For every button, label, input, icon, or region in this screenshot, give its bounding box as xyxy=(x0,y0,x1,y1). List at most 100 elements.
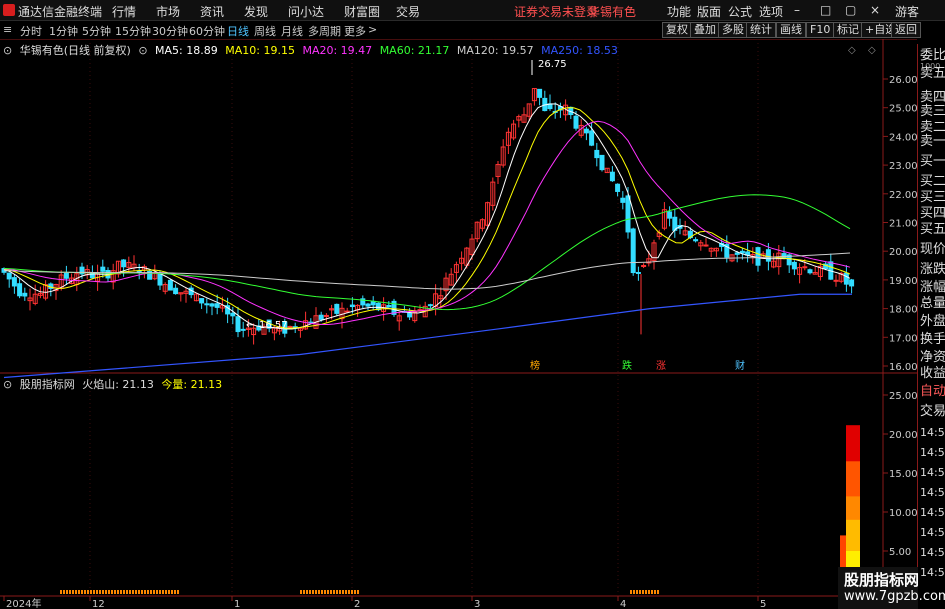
flame-bar xyxy=(324,590,326,594)
flame-bar xyxy=(144,590,146,594)
menu-news[interactable]: 资讯 xyxy=(200,3,224,20)
event-marker-up[interactable]: 涨 xyxy=(656,360,666,372)
menu-function[interactable]: 功能 xyxy=(667,3,691,20)
flame-bar xyxy=(321,590,323,594)
flame-bar xyxy=(174,590,176,594)
candle-body xyxy=(136,270,142,273)
menu-options[interactable]: 选项 xyxy=(759,3,783,20)
restore-icon[interactable]: □ xyxy=(820,3,831,17)
menu-toggle-icon[interactable]: ≡ xyxy=(3,23,12,36)
flame-bar xyxy=(135,590,137,594)
draw-button[interactable]: 画线 xyxy=(776,22,806,38)
menu-wealth[interactable]: 财富圈 xyxy=(344,3,380,20)
period-weekly[interactable]: 周线 xyxy=(254,23,276,39)
ma250-label: MA250: 18.53 xyxy=(541,44,618,57)
sidebar-time-5: 14:56 xyxy=(920,526,945,539)
period-monthly[interactable]: 月线 xyxy=(281,23,303,39)
kline-chart[interactable]: 26.0025.0024.0023.0022.0021.0020.0019.00… xyxy=(0,39,917,609)
period-1min[interactable]: 1分钟 xyxy=(49,23,78,39)
vertical-gridlines xyxy=(89,39,759,596)
stats-button[interactable]: 统计 xyxy=(746,22,776,38)
sidebar-item-11: 现价 xyxy=(920,242,945,257)
sub-legend: ⊙ 股朋指标网 火焰山: 21.13 今量: 21.13 xyxy=(3,376,226,392)
menu-discover[interactable]: 发现 xyxy=(244,3,268,20)
flame-bar xyxy=(348,590,350,594)
flame-bar xyxy=(312,590,314,594)
sub-tick-label: 15.00 xyxy=(889,469,917,480)
menu-formula[interactable]: 公式 xyxy=(728,3,752,20)
low-price-label: 16.57 xyxy=(259,320,288,331)
menu-quotes[interactable]: 行情 xyxy=(112,3,136,20)
time-tick-label: 5 xyxy=(760,599,766,609)
more-arrow-icon[interactable]: > xyxy=(368,23,377,36)
sidebar-item-14: 总量 xyxy=(920,296,945,311)
event-marker-finance[interactable]: 财 xyxy=(735,359,745,372)
back-button[interactable]: 返回 xyxy=(891,22,921,38)
flame-bar xyxy=(123,590,125,594)
flame-bar xyxy=(63,590,65,594)
menu-layout[interactable]: 版面 xyxy=(697,3,721,20)
settings-icon[interactable]: ◇ xyxy=(868,45,876,56)
flame-bar xyxy=(162,590,164,594)
candle-body xyxy=(599,154,605,171)
login-status[interactable]: 证券交易未登录 xyxy=(514,3,598,20)
sub-tick-label: 20.00 xyxy=(889,430,917,441)
flame-bar xyxy=(147,590,149,594)
price-tick-label: 26.00 xyxy=(889,75,917,86)
candle-body xyxy=(407,312,413,318)
flame-bar xyxy=(111,590,113,594)
candle-body xyxy=(100,266,106,272)
candle-body xyxy=(323,314,329,317)
period-multi[interactable]: 多周期 xyxy=(308,23,341,39)
candle-body xyxy=(121,259,127,268)
period-5min[interactable]: 5分钟 xyxy=(82,23,111,39)
flame-bar xyxy=(333,590,335,594)
flame-bar xyxy=(633,590,635,594)
event-marker-down[interactable]: 跌 xyxy=(622,359,632,372)
quote-sidebar: 1000 委比 卖五 卖四 卖三 卖二 卖一 买一 买二 买三 买四 买五 现价 涨跌 涨幅 总量 外盘 换手净… xyxy=(917,44,945,609)
flame-bar xyxy=(171,590,173,594)
candle-body xyxy=(230,312,236,317)
menu-market[interactable]: 市场 xyxy=(156,3,180,20)
period-15min[interactable]: 15分钟 xyxy=(115,23,151,39)
period-30min[interactable]: 30分钟 xyxy=(152,23,188,39)
multi-stock-button[interactable]: 多股 xyxy=(718,22,748,38)
flame-bar xyxy=(654,590,656,594)
menu-trade[interactable]: 交易 xyxy=(396,3,420,20)
sidebar-item-18: 收益 xyxy=(920,366,945,381)
flame-bar xyxy=(90,590,92,594)
guest-label[interactable]: 游客 xyxy=(895,3,919,20)
period-more[interactable]: 更多 xyxy=(344,23,366,39)
minimize-icon[interactable]: – xyxy=(794,3,800,17)
collapse-icon[interactable]: ◇ xyxy=(848,45,856,56)
overlay-button[interactable]: 叠加 xyxy=(690,22,720,38)
time-tick-label: 4 xyxy=(620,599,626,609)
period-daily[interactable]: 日线 xyxy=(227,23,249,39)
mark-button[interactable]: 标记 xyxy=(833,22,863,38)
period-intraday[interactable]: 分时 xyxy=(20,23,42,39)
close-icon[interactable]: × xyxy=(870,3,880,17)
candle-body xyxy=(807,269,813,274)
menu-ask[interactable]: 问小达 xyxy=(288,3,324,20)
candle-body xyxy=(427,304,433,307)
flame-bar xyxy=(357,590,359,594)
price-tick-label: 20.00 xyxy=(889,247,917,258)
sub-tick-label: 5.00 xyxy=(889,547,911,558)
candle-body xyxy=(843,272,849,285)
legend-toggle-icon[interactable]: ⊙ xyxy=(3,44,12,57)
settings-icon[interactable]: ⊙ xyxy=(138,44,147,57)
sub-title: 股朋指标网 xyxy=(19,378,75,391)
period-60min[interactable]: 60分钟 xyxy=(189,23,225,39)
flame-bar xyxy=(102,590,104,594)
flame-bar xyxy=(150,590,152,594)
event-marker-rank[interactable]: 榜 xyxy=(530,359,540,372)
f10-button[interactable]: F10 xyxy=(806,22,835,38)
sidebar-time-7: 14:56 xyxy=(920,566,945,579)
sidebar-item-0: 委比 xyxy=(920,48,945,63)
flame-bar xyxy=(345,590,347,594)
adjust-button[interactable]: 复权 xyxy=(662,22,692,38)
flame-bar xyxy=(108,590,110,594)
price-tick-label: 24.00 xyxy=(889,132,917,143)
sub-settings-icon[interactable]: ⊙ xyxy=(3,378,12,391)
maximize-icon[interactable]: ▢ xyxy=(845,3,856,17)
